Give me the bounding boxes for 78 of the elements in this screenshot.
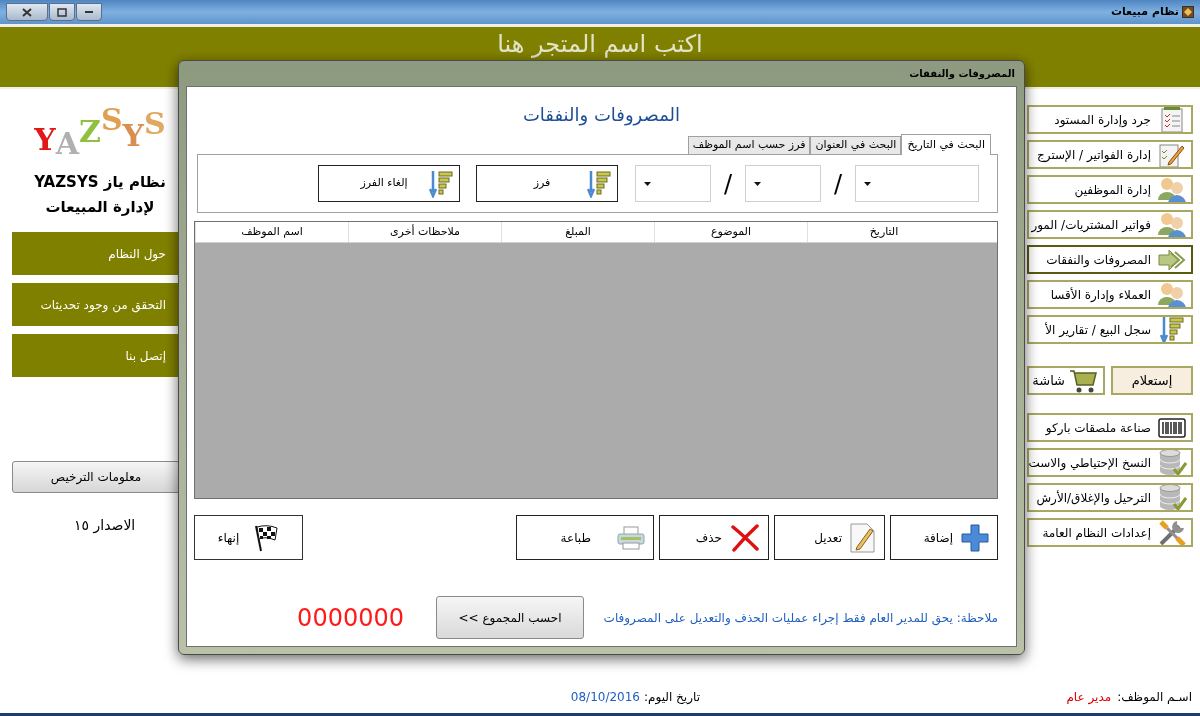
main-menu-button[interactable]: إدارة الفواتير / الإسترج bbox=[1027, 140, 1193, 169]
database-check-icon bbox=[1157, 485, 1187, 510]
dropdown-arrow-icon bbox=[644, 181, 651, 186]
sales-screen-button[interactable]: شاشة bbox=[1027, 366, 1105, 395]
tab[interactable]: البحث في التاريخ bbox=[901, 134, 991, 155]
main-menu-button[interactable]: سجل البيع / تقارير الأ bbox=[1027, 315, 1193, 344]
tools-icon bbox=[1157, 520, 1187, 545]
tab[interactable]: فرز حسب اسم الموظف bbox=[687, 136, 811, 154]
window-title: نظام مبيعات bbox=[1110, 3, 1179, 20]
sort-icon bbox=[1160, 317, 1184, 342]
side-menu-button[interactable]: إتصل بنا bbox=[12, 334, 180, 377]
checkered-flag-icon bbox=[253, 523, 280, 552]
main-menu-button[interactable]: فواتير المشتريات/ المور bbox=[1027, 210, 1193, 239]
query-button[interactable]: إستعلام bbox=[1111, 366, 1193, 395]
checklist-icon bbox=[1161, 107, 1183, 132]
minimize-icon bbox=[84, 10, 94, 14]
sort-icon bbox=[429, 169, 453, 198]
column-header[interactable]: اسم الموظف bbox=[195, 222, 348, 242]
barcode-icon bbox=[1158, 417, 1186, 438]
tab[interactable]: البحث في العنوان bbox=[810, 136, 902, 154]
database-check-icon bbox=[1157, 450, 1187, 475]
main-menu-button[interactable]: إعدادات النظام العامة bbox=[1027, 518, 1193, 547]
date-value: 08/10/2016 bbox=[570, 688, 640, 706]
column-header[interactable]: التاريخ bbox=[807, 222, 960, 242]
people-icon bbox=[1157, 282, 1187, 307]
maximize-button[interactable] bbox=[49, 3, 75, 21]
side-menu-button[interactable]: حول النظام bbox=[12, 232, 180, 275]
maximize-icon bbox=[57, 7, 67, 17]
cart-icon bbox=[1069, 367, 1097, 394]
print-button[interactable]: طباعة bbox=[516, 515, 654, 560]
close-button[interactable] bbox=[6, 3, 48, 21]
people-icon bbox=[1157, 212, 1187, 237]
people-icon bbox=[1157, 177, 1187, 202]
date-separator: / bbox=[832, 168, 844, 200]
pencil-note-icon bbox=[1159, 142, 1185, 167]
main-menu-button[interactable]: المصروفات والنفقات bbox=[1027, 245, 1193, 274]
exit-button[interactable]: إنهاء bbox=[194, 515, 303, 560]
date-label: تاريخ اليوم: bbox=[644, 688, 700, 706]
main-menu-button[interactable]: جرد وإدارة المستود bbox=[1027, 105, 1193, 134]
sort-button[interactable]: فرز bbox=[476, 165, 618, 202]
main-menu-button[interactable]: العملاء وإدارة الأقسا bbox=[1027, 280, 1193, 309]
minimize-button[interactable] bbox=[76, 3, 102, 21]
dialog-heading: المصروفات والنفقات bbox=[522, 103, 681, 128]
admin-note: ملاحظة: يحق للمدير العام فقط إجراء عمليات الحذف والتعديل على المصروفات bbox=[602, 609, 998, 627]
edit-button[interactable]: تعديل bbox=[774, 515, 885, 560]
close-icon bbox=[22, 7, 32, 17]
cancel-sort-button[interactable]: إلغاء الفرز bbox=[318, 165, 460, 202]
sort-icon bbox=[587, 169, 611, 198]
date-separator: / bbox=[722, 168, 734, 200]
employee-name: مدير عام bbox=[1066, 688, 1112, 706]
store-name: اكتب اسم المتجر هنا bbox=[497, 29, 703, 60]
main-menu-button[interactable]: صناعة ملصقات باركو bbox=[1027, 413, 1193, 442]
main-menu-button[interactable]: إدارة الموظفين bbox=[1027, 175, 1193, 204]
dropdown-arrow-icon bbox=[864, 181, 871, 186]
license-button[interactable]: معلومات الترخيص bbox=[12, 461, 180, 493]
main-menu-button[interactable]: الترحيل والإغلاق/الأرش bbox=[1027, 483, 1193, 512]
pencil-paper-icon bbox=[850, 522, 876, 553]
column-header[interactable]: المبلغ bbox=[501, 222, 654, 242]
plus-icon bbox=[961, 523, 989, 552]
calculate-total-button[interactable]: احسب المجموع >> bbox=[436, 596, 584, 639]
version-label: الاصدار ١٥ bbox=[74, 516, 136, 536]
dialog-title: المصروفات والنفقات bbox=[909, 67, 1015, 81]
add-button[interactable]: إضافة bbox=[890, 515, 998, 560]
printer-icon bbox=[617, 525, 645, 550]
brand-name: نظام ياز YAZSYS bbox=[34, 172, 166, 193]
brand-subtitle: لإدارة المبيعات bbox=[45, 196, 155, 218]
side-menu-button[interactable]: التحقق من وجود تحديثات bbox=[12, 283, 180, 326]
delete-button[interactable]: حذف bbox=[659, 515, 769, 560]
column-header[interactable]: الموضوع bbox=[654, 222, 807, 242]
double-arrow-icon bbox=[1157, 247, 1187, 272]
dropdown-arrow-icon bbox=[754, 181, 761, 186]
logo: YAZSYS bbox=[33, 101, 167, 163]
column-header[interactable]: ملاحظات أخرى bbox=[348, 222, 501, 242]
main-menu-button[interactable]: النسخ الإحتياطي والاست bbox=[1027, 448, 1193, 477]
x-mark-icon bbox=[730, 523, 760, 552]
employee-label: اسـم الموظف: bbox=[1117, 688, 1192, 706]
total-amount: 0000000 bbox=[297, 602, 404, 634]
app-icon bbox=[1182, 6, 1194, 18]
